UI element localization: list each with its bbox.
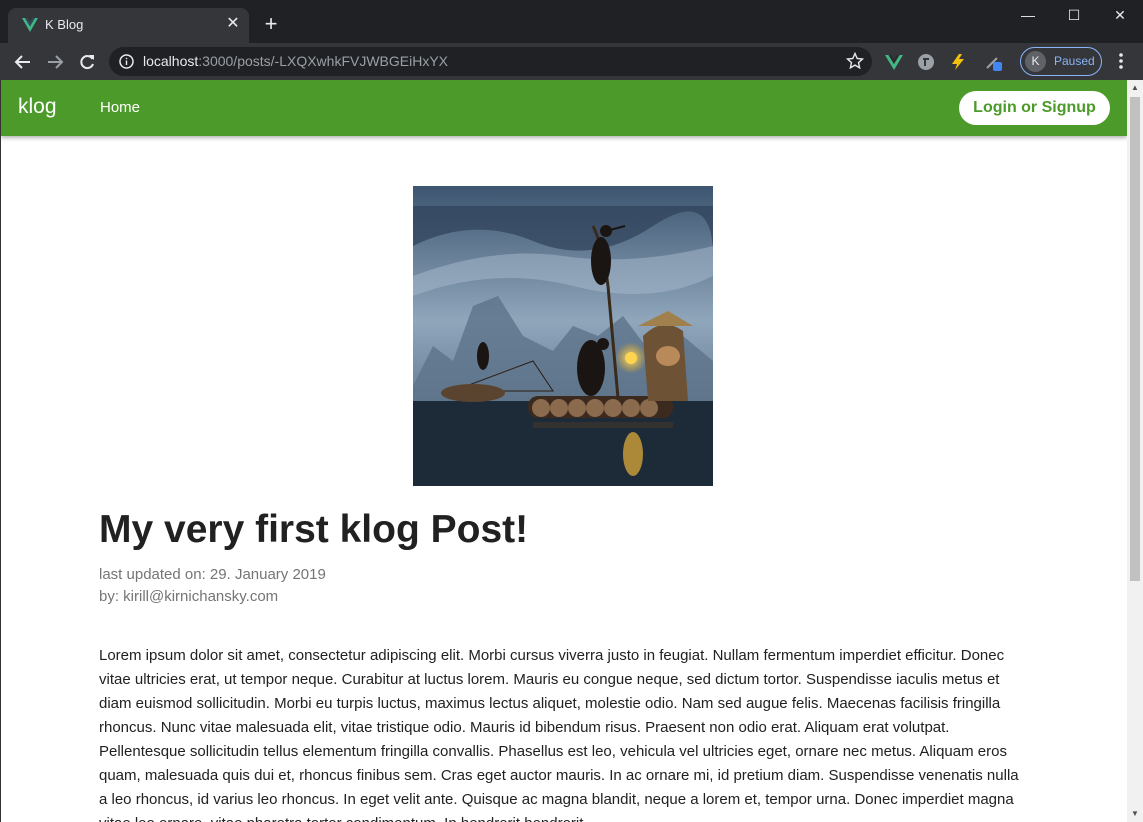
nav-home-link[interactable]: Home <box>100 99 140 116</box>
vue-logo-icon <box>22 18 38 32</box>
profile-button[interactable]: K Paused <box>1020 47 1102 76</box>
vue-devtools-icon[interactable] <box>885 53 903 71</box>
tab-title: K Blog <box>45 17 84 32</box>
post-image <box>413 186 713 486</box>
app-header: klog Home Login or Signup <box>1 80 1127 136</box>
info-icon[interactable] <box>119 54 134 69</box>
browser-toolbar: localhost:3000/posts/-LXQXwhkFVJWBGEiHxY… <box>0 43 1143 80</box>
post-updated-date: last updated on: 29. January 2019 <box>99 566 326 583</box>
bookmark-star-icon[interactable] <box>846 52 864 70</box>
forward-button[interactable] <box>42 49 68 75</box>
browser-tab[interactable]: K Blog ✕ <box>8 8 249 43</box>
close-window-button[interactable]: ✕ <box>1097 0 1143 30</box>
back-arrow-icon <box>14 55 30 69</box>
brand-logo[interactable]: klog <box>18 95 57 119</box>
avatar: K <box>1025 51 1046 72</box>
url-text[interactable]: localhost:3000/posts/-LXQXwhkFVJWBGEiHxY… <box>143 53 448 69</box>
browser-menu-icon[interactable] <box>1112 51 1130 71</box>
page-viewport: klog Home Login or Signup My very first … <box>0 80 1127 822</box>
post-author: by: kirill@kirnichansky.com <box>99 588 279 605</box>
lightning-extension-icon[interactable] <box>949 53 967 71</box>
scroll-up-arrow-icon[interactable]: ▲ <box>1127 80 1143 96</box>
minimize-button[interactable]: — <box>1005 0 1051 30</box>
back-button[interactable] <box>10 49 36 75</box>
login-signup-button[interactable]: Login or Signup <box>959 91 1110 125</box>
post-title: My very first klog Post! <box>99 508 529 551</box>
forward-arrow-icon <box>48 55 64 69</box>
maximize-button[interactable]: ☐ <box>1051 0 1097 30</box>
new-tab-button[interactable]: + <box>259 13 283 37</box>
address-bar[interactable]: localhost:3000/posts/-LXQXwhkFVJWBGEiHxY… <box>109 47 872 76</box>
profile-status: Paused <box>1054 54 1095 68</box>
extension-globe-icon[interactable] <box>917 53 935 71</box>
browser-titlebar: K Blog ✕ + — ☐ ✕ <box>0 0 1143 43</box>
reload-icon <box>80 55 94 70</box>
scroll-thumb[interactable] <box>1130 97 1140 581</box>
page-scrollbar[interactable]: ▲ ▼ <box>1127 80 1143 822</box>
tab-close-icon[interactable]: ✕ <box>223 14 243 34</box>
color-picker-extension-icon[interactable] <box>984 53 1002 71</box>
reload-button[interactable] <box>74 49 100 75</box>
scroll-down-arrow-icon[interactable]: ▼ <box>1127 806 1143 822</box>
post-body: Lorem ipsum dolor sit amet, consectetur … <box>99 647 1019 822</box>
